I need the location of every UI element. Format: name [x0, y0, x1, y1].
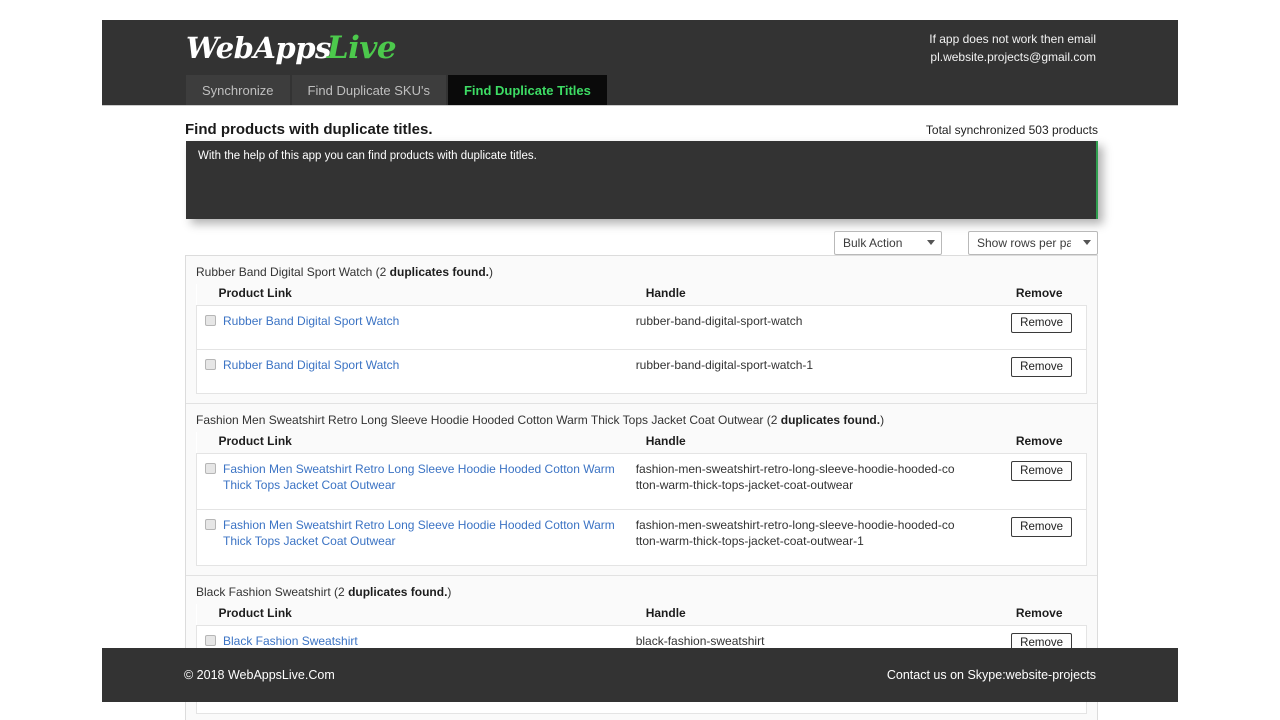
cell-remove: Remove	[961, 509, 1087, 566]
col-header-product-link: Product Link	[196, 432, 624, 454]
cell-handle: rubber-band-digital-sport-watch	[623, 305, 962, 350]
group-title-text: Rubber Band Digital Sport Watch (2	[196, 265, 390, 279]
duplicates-table: Product Link Handle Remove Fashion Men S…	[195, 432, 1087, 566]
col-header-remove: Remove	[961, 284, 1087, 306]
group-title-bold: duplicates found.	[780, 413, 881, 427]
bulk-action-select[interactable]: Bulk Action	[834, 231, 942, 255]
remove-button[interactable]: Remove	[1011, 517, 1072, 537]
site-logo[interactable]: WebApps Live	[186, 26, 397, 70]
app-description-text: With the help of this app you can find p…	[198, 150, 537, 162]
page-title-row: Find products with duplicate titles. Tot…	[185, 121, 1098, 138]
table-row: Rubber Band Digital Sport Watch rubber-b…	[195, 349, 1087, 394]
col-header-handle: Handle	[623, 604, 962, 626]
support-note-line1: If app does not work then email	[929, 32, 1096, 46]
product-link[interactable]: Black Fashion Sweatshirt	[223, 633, 358, 649]
cell-handle: fashion-men-sweatshirt-retro-long-sleeve…	[623, 453, 962, 510]
site-header: WebApps Live If app does not work then em…	[102, 20, 1178, 106]
duplicate-group: Fashion Men Sweatshirt Retro Long Sleeve…	[186, 404, 1097, 576]
tab-synchronize[interactable]: Synchronize	[186, 75, 290, 105]
app-description-box: With the help of this app you can find p…	[186, 141, 1098, 219]
col-header-handle: Handle	[623, 284, 962, 306]
logo-text-accent: Live	[326, 30, 397, 66]
remove-button[interactable]: Remove	[1011, 461, 1072, 481]
row-select-checkbox[interactable]	[205, 463, 216, 474]
col-header-handle: Handle	[623, 432, 962, 454]
table-controls: Bulk Action Show rows per page	[186, 231, 1098, 255]
row-select-checkbox[interactable]	[205, 359, 216, 370]
remove-button[interactable]: Remove	[1011, 357, 1072, 377]
cell-remove: Remove	[961, 349, 1087, 394]
group-title-tail: )	[447, 585, 452, 599]
product-link[interactable]: Fashion Men Sweatshirt Retro Long Sleeve…	[223, 517, 618, 549]
group-title-text: Black Fashion Sweatshirt (2	[196, 585, 349, 599]
group-title: Fashion Men Sweatshirt Retro Long Sleeve…	[196, 411, 1087, 432]
product-link[interactable]: Rubber Band Digital Sport Watch	[223, 313, 399, 329]
total-synced-label: Total synchronized 503 products	[925, 123, 1098, 137]
product-link[interactable]: Fashion Men Sweatshirt Retro Long Sleeve…	[223, 461, 618, 493]
support-email-note: If app does not work then email pl.websi…	[929, 30, 1096, 66]
group-title-bold: duplicates found.	[348, 585, 448, 599]
row-select-checkbox[interactable]	[205, 519, 216, 530]
page-title: Find products with duplicate titles.	[185, 121, 433, 138]
product-handle: rubber-band-digital-sport-watch-1	[635, 358, 814, 372]
group-title: Black Fashion Sweatshirt (2 duplicates f…	[196, 583, 1087, 604]
group-title-bold: duplicates found.	[389, 265, 489, 279]
product-handle: black-fashion-sweatshirt	[635, 634, 765, 648]
bulk-action-wrapper: Bulk Action	[834, 231, 942, 255]
footer-copyright: © 2018 WebAppsLive.Com	[184, 668, 335, 682]
table-header-row: Product Link Handle Remove	[196, 284, 1087, 306]
tab-find-duplicate-skus[interactable]: Find Duplicate SKU's	[291, 75, 446, 105]
duplicate-group: Rubber Band Digital Sport Watch (2 dupli…	[186, 256, 1097, 404]
col-header-product-link: Product Link	[196, 604, 624, 626]
cell-product-link: Rubber Band Digital Sport Watch	[195, 305, 624, 350]
app-page: WebApps Live If app does not work then em…	[0, 0, 1280, 720]
group-title: Rubber Band Digital Sport Watch (2 dupli…	[196, 263, 1087, 284]
cell-handle: rubber-band-digital-sport-watch-1	[623, 349, 962, 394]
col-header-product-link: Product Link	[196, 284, 624, 306]
site-footer: © 2018 WebAppsLive.Com Contact us on Sky…	[102, 648, 1178, 702]
group-title-text: Fashion Men Sweatshirt Retro Long Sleeve…	[196, 413, 781, 427]
col-header-remove: Remove	[961, 604, 1087, 626]
rows-per-page-select[interactable]: Show rows per page	[968, 231, 1098, 255]
logo-text-primary: WebApps	[186, 31, 331, 65]
duplicates-table: Product Link Handle Remove Rubber Band D…	[195, 284, 1087, 394]
tab-find-duplicate-titles[interactable]: Find Duplicate Titles	[447, 75, 607, 105]
cell-product-link: Fashion Men Sweatshirt Retro Long Sleeve…	[195, 453, 624, 510]
table-header-row: Product Link Handle Remove	[196, 432, 1087, 454]
product-link[interactable]: Rubber Band Digital Sport Watch	[223, 357, 399, 373]
footer-contact: Contact us on Skype:website-projects	[886, 668, 1096, 682]
row-select-checkbox[interactable]	[205, 635, 216, 646]
col-header-remove: Remove	[961, 432, 1087, 454]
row-select-checkbox[interactable]	[205, 315, 216, 326]
table-header-row: Product Link Handle Remove	[196, 604, 1087, 626]
main-nav-tabs: Synchronize Find Duplicate SKU's Find Du…	[186, 75, 609, 105]
cell-product-link: Rubber Band Digital Sport Watch	[195, 349, 624, 394]
table-row: Fashion Men Sweatshirt Retro Long Sleeve…	[195, 509, 1087, 566]
table-row: Fashion Men Sweatshirt Retro Long Sleeve…	[195, 453, 1087, 510]
product-handle: rubber-band-digital-sport-watch	[635, 314, 803, 328]
group-title-tail: )	[880, 413, 885, 427]
cell-product-link: Fashion Men Sweatshirt Retro Long Sleeve…	[195, 509, 624, 566]
rows-per-page-wrapper: Show rows per page	[968, 231, 1098, 255]
cell-remove: Remove	[961, 453, 1087, 510]
product-handle: fashion-men-sweatshirt-retro-long-sleeve…	[635, 462, 955, 492]
support-note-line2: pl.website.projects@gmail.com	[930, 50, 1096, 64]
table-row: Rubber Band Digital Sport Watch rubber-b…	[195, 305, 1087, 350]
group-title-tail: )	[489, 265, 493, 279]
remove-button[interactable]: Remove	[1011, 313, 1072, 333]
product-handle: fashion-men-sweatshirt-retro-long-sleeve…	[635, 518, 955, 548]
cell-handle: fashion-men-sweatshirt-retro-long-sleeve…	[623, 509, 962, 566]
cell-remove: Remove	[961, 305, 1087, 350]
